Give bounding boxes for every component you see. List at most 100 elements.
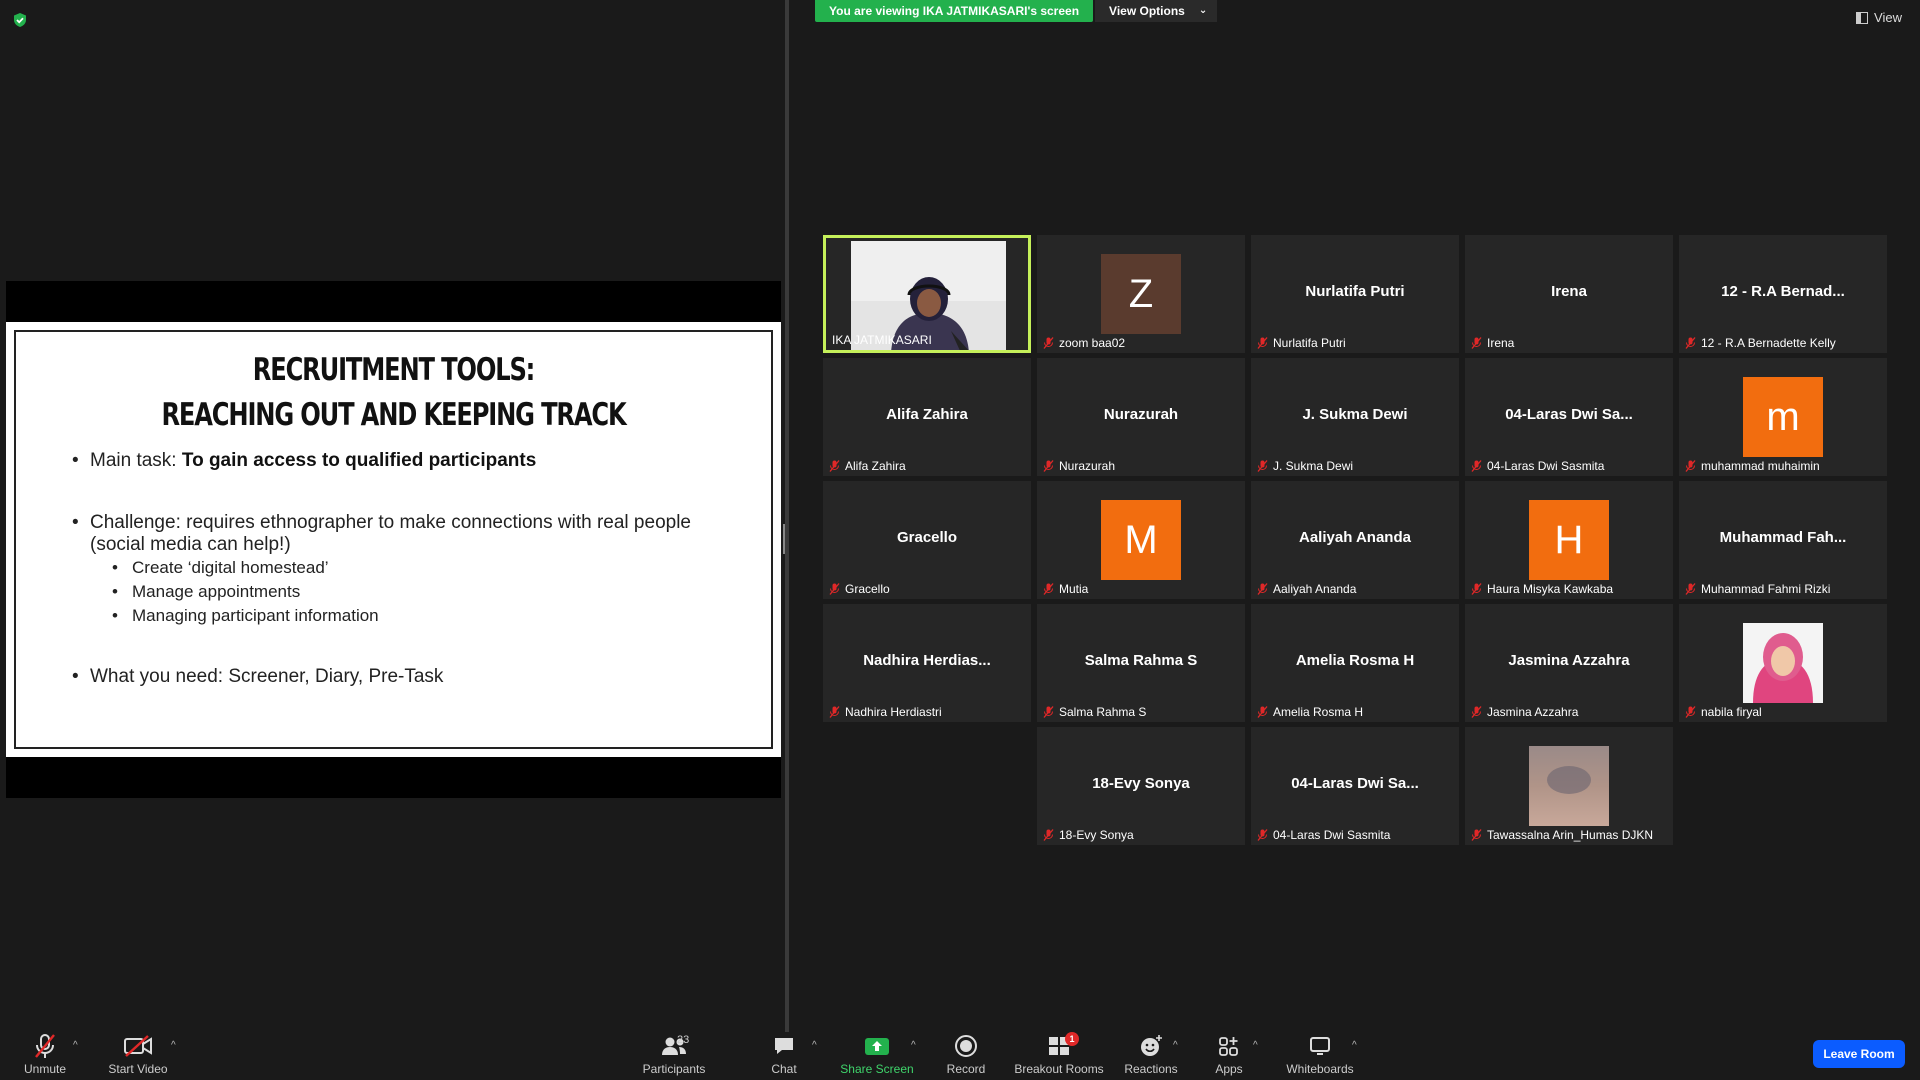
participant-name-footer: 12 - R.A Bernadette Kelly xyxy=(1685,336,1836,350)
participant-profile-photo xyxy=(1743,623,1823,703)
start-video-button[interactable]: Start Video xyxy=(106,1032,170,1080)
participant-tile[interactable]: J. Sukma Dewi J. Sukma Dewi xyxy=(1251,358,1459,476)
slide-bullets: Main task: To gain access to qualified p… xyxy=(72,450,752,688)
muted-microphone-icon xyxy=(1257,706,1268,718)
participant-name-footer: nabila firyal xyxy=(1685,705,1762,719)
participant-name-label: Irena xyxy=(1487,336,1515,350)
participant-name-label: Muhammad Fahmi Rizki xyxy=(1701,582,1831,596)
breakout-rooms-label: Breakout Rooms xyxy=(1014,1062,1104,1076)
participant-tile[interactable]: Tawassalna Arin_Humas DJKN xyxy=(1465,727,1673,845)
participant-tile[interactable]: Nurazurah Nurazurah xyxy=(1037,358,1245,476)
participant-name-footer: J. Sukma Dewi xyxy=(1257,459,1353,473)
chat-options-caret-icon[interactable]: ^ xyxy=(812,1040,817,1051)
whiteboards-options-caret-icon[interactable]: ^ xyxy=(1352,1040,1357,1051)
participant-name-label: Salma Rahma S xyxy=(1059,705,1147,719)
participant-tile[interactable]: Salma Rahma S Salma Rahma S xyxy=(1037,604,1245,722)
video-options-caret-icon[interactable]: ^ xyxy=(171,1040,176,1051)
participant-tile[interactable]: 12 - R.A Bernad... 12 - R.A Bernadette Ke… xyxy=(1679,235,1887,353)
participant-tile[interactable]: 18-Evy Sonya 18-Evy Sonya xyxy=(1037,727,1245,845)
whiteboards-button[interactable]: Whiteboards xyxy=(1283,1032,1357,1080)
muted-microphone-icon xyxy=(1043,829,1054,841)
participant-display-name: 12 - R.A Bernad... xyxy=(1721,283,1845,300)
participant-tile[interactable]: IKA JATMIKASARI xyxy=(823,235,1031,353)
slide-title-line2: REACHING OUT AND KEEPING TRACK xyxy=(161,397,626,433)
participant-tile[interactable]: Aaliyah Ananda Aaliyah Ananda xyxy=(1251,481,1459,599)
participant-tile[interactable]: Nadhira Herdias... Nadhira Herdiastri xyxy=(823,604,1031,722)
splitter-handle[interactable] xyxy=(783,524,785,554)
apps-icon xyxy=(1219,1037,1238,1056)
reactions-label: Reactions xyxy=(1124,1062,1178,1076)
participant-name-label: Gracello xyxy=(845,582,890,596)
muted-microphone-icon xyxy=(1043,460,1054,472)
avatar: Z xyxy=(1101,254,1181,334)
apps-button[interactable]: Apps xyxy=(1212,1032,1246,1080)
participant-name-label: muhammad muhaimin xyxy=(1701,459,1820,473)
sub-bullet-homestead: Create ‘digital homestead’ xyxy=(112,556,752,580)
whiteboard-icon xyxy=(1310,1037,1330,1055)
muted-microphone-icon xyxy=(1471,460,1482,472)
participant-tile[interactable]: M Mutia xyxy=(1037,481,1245,599)
view-options-button[interactable]: View Options ⌄ xyxy=(1095,0,1218,22)
unmute-label: Unmute xyxy=(23,1062,67,1076)
participant-name-footer: Tawassalna Arin_Humas DJKN xyxy=(1471,828,1653,842)
start-video-label: Start Video xyxy=(108,1062,168,1076)
view-splitter[interactable] xyxy=(785,0,789,1032)
participant-tile[interactable]: Gracello Gracello xyxy=(823,481,1031,599)
participant-name-footer: 04-Laras Dwi Sasmita xyxy=(1257,828,1390,842)
reactions-button[interactable]: Reactions xyxy=(1124,1032,1178,1080)
bullet-main-task-prefix: Main task: xyxy=(90,450,182,471)
leave-room-button[interactable]: Leave Room xyxy=(1813,1040,1905,1068)
microphone-muted-icon xyxy=(35,1034,55,1058)
muted-microphone-icon xyxy=(1471,706,1482,718)
view-button[interactable]: View xyxy=(1856,10,1902,25)
participant-profile-photo xyxy=(1529,746,1609,826)
participant-tile[interactable]: nabila firyal xyxy=(1679,604,1887,722)
participants-button[interactable]: 23 Participants xyxy=(640,1032,708,1080)
participant-tile[interactable]: Alifa Zahira Alifa Zahira xyxy=(823,358,1031,476)
participant-name-label: 12 - R.A Bernadette Kelly xyxy=(1701,336,1836,350)
participant-tile[interactable]: Amelia Rosma H Amelia Rosma H xyxy=(1251,604,1459,722)
record-button[interactable]: Record xyxy=(944,1032,988,1080)
participant-tile[interactable]: Irena Irena xyxy=(1465,235,1673,353)
record-icon xyxy=(955,1035,977,1057)
participant-tile[interactable]: 04-Laras Dwi Sa... 04-Laras Dwi Sasmita xyxy=(1251,727,1459,845)
meeting-toolbar: Unmute ^ Start Video ^ 23 Participants C… xyxy=(0,1032,1920,1080)
participant-name-footer: Alifa Zahira xyxy=(829,459,906,473)
participant-tile[interactable]: Nurlatifa Putri Nurlatifa Putri xyxy=(1251,235,1459,353)
participant-name-footer: zoom baa02 xyxy=(1043,336,1125,350)
share-screen-button[interactable]: Share Screen xyxy=(840,1032,914,1080)
chat-button[interactable]: Chat xyxy=(768,1032,800,1080)
participant-tile[interactable]: H Haura Misyka Kawkaba xyxy=(1465,481,1673,599)
view-options-label: View Options xyxy=(1109,4,1185,18)
muted-microphone-icon xyxy=(1685,706,1696,718)
participant-name-footer: Nurlatifa Putri xyxy=(1257,336,1346,350)
unmute-button[interactable]: Unmute xyxy=(22,1032,68,1080)
bullet-what-you-need: What you need: Screener, Diary, Pre-Task xyxy=(72,666,752,688)
participant-tile[interactable]: Muhammad Fah... Muhammad Fahmi Rizki xyxy=(1679,481,1887,599)
apps-options-caret-icon[interactable]: ^ xyxy=(1253,1040,1258,1051)
chevron-down-icon: ⌄ xyxy=(1198,5,1208,16)
muted-microphone-icon xyxy=(829,460,840,472)
participant-display-name: 04-Laras Dwi Sa... xyxy=(1505,406,1633,423)
participant-name-footer: Muhammad Fahmi Rizki xyxy=(1685,582,1830,596)
participant-name-label: 18-Evy Sonya xyxy=(1059,828,1134,842)
participant-name-label: Aaliyah Ananda xyxy=(1273,582,1357,596)
participant-name-footer: Nurazurah xyxy=(1043,459,1115,473)
security-shield-icon[interactable] xyxy=(12,12,28,28)
audio-options-caret-icon[interactable]: ^ xyxy=(73,1040,78,1051)
participant-tile[interactable]: Zzoom baa02 xyxy=(1037,235,1245,353)
reactions-options-caret-icon[interactable]: ^ xyxy=(1173,1040,1178,1051)
muted-microphone-icon xyxy=(1043,583,1054,595)
participant-tile[interactable]: 04-Laras Dwi Sa... 04-Laras Dwi Sasmita xyxy=(1465,358,1673,476)
chat-label: Chat xyxy=(771,1062,797,1076)
bullet-main-task-bold: To gain access to qualified participants xyxy=(181,450,537,471)
share-options-caret-icon[interactable]: ^ xyxy=(911,1040,916,1051)
bullet-challenge-line1: Challenge: requires ethnographer to make… xyxy=(90,512,691,533)
muted-microphone-icon xyxy=(1471,829,1482,841)
participant-tile[interactable]: Jasmina Azzahra Jasmina Azzahra xyxy=(1465,604,1673,722)
record-label: Record xyxy=(946,1062,986,1076)
viewing-screen-label: You are viewing IKA JATMIKASARI's screen xyxy=(815,0,1094,22)
participant-tile[interactable]: m muhammad muhaimin xyxy=(1679,358,1887,476)
breakout-rooms-button[interactable]: 1 Breakout Rooms xyxy=(1014,1032,1104,1080)
participant-name-label: 04-Laras Dwi Sasmita xyxy=(1487,459,1605,473)
